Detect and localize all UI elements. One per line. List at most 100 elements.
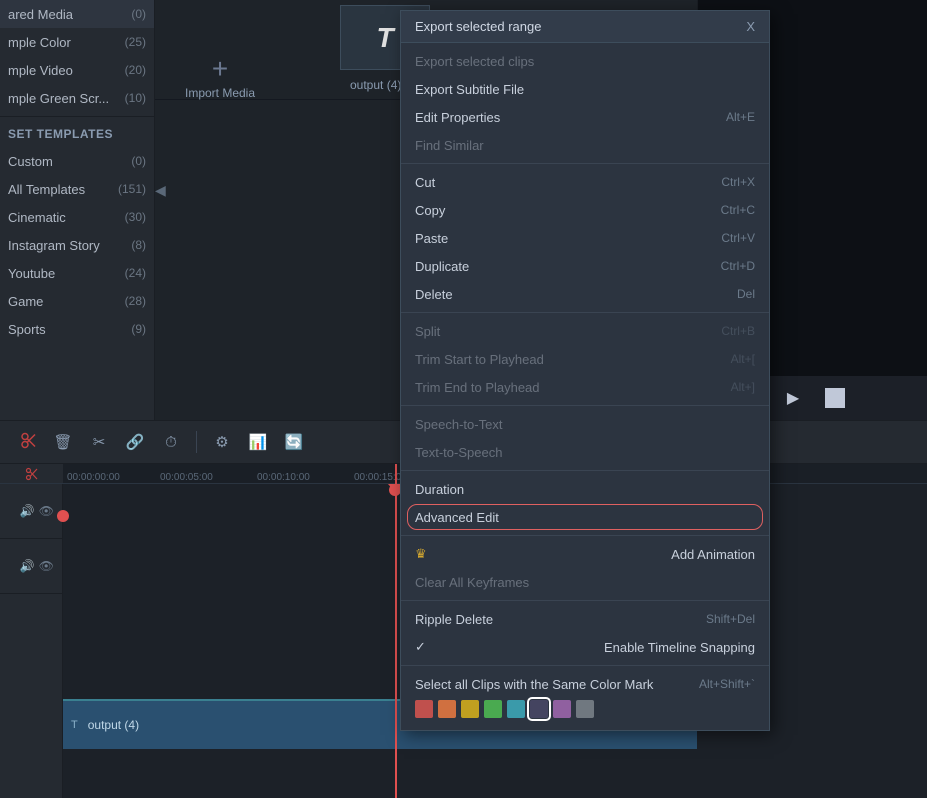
sidebar-item-count: (30) (125, 210, 146, 224)
color-swatch-gray[interactable] (576, 700, 594, 718)
toolbar-timer-button[interactable]: ⏱ (160, 431, 182, 453)
sidebar-item-count: (0) (131, 7, 146, 21)
play-icon: ▶ (787, 388, 799, 408)
toolbar-cut-button[interactable]: ✂ (88, 431, 110, 453)
sidebar-item-ared-media[interactable]: ared Media (0) (0, 0, 154, 28)
context-item-export-clips[interactable]: Export selected clips (401, 47, 769, 75)
context-item-paste[interactable]: Paste Ctrl+V (401, 224, 769, 252)
import-media-label: Import Media (185, 86, 255, 100)
context-item-trim-start[interactable]: Trim Start to Playhead Alt+[ (401, 345, 769, 373)
context-item-trim-end[interactable]: Trim End to Playhead Alt+] (401, 373, 769, 401)
track-volume-icon[interactable]: 🔊 (20, 504, 35, 518)
context-item-shortcut: Shift+Del (706, 612, 755, 626)
context-section-speech: Speech-to-Text Text-to-Speech (401, 406, 769, 471)
sidebar-item-sample-video[interactable]: mple Video (20) (0, 56, 154, 84)
stop-button[interactable] (825, 388, 845, 408)
sidebar-item-label: ared Media (8, 7, 73, 22)
context-close-button[interactable]: X (746, 19, 755, 34)
sidebar-item-all-templates[interactable]: All Templates (151) (0, 175, 154, 203)
context-item-split[interactable]: Split Ctrl+B (401, 317, 769, 345)
play-button[interactable]: ▶ (779, 384, 807, 412)
track-eye-icon[interactable]: 👁 (39, 504, 54, 518)
sidebar-item-sample-color[interactable]: mple Color (25) (0, 28, 154, 56)
context-item-shortcut: Del (737, 287, 755, 301)
sidebar-item-label: mple Video (8, 63, 73, 78)
sidebar-item-game[interactable]: Game (28) (0, 287, 154, 315)
context-item-copy[interactable]: Copy Ctrl+C (401, 196, 769, 224)
ruler-left-panel (0, 464, 63, 483)
sidebar-item-label: Custom (8, 154, 53, 169)
context-item-shortcut: Ctrl+C (721, 203, 755, 217)
context-item-label: Export Subtitle File (415, 82, 524, 97)
context-item-cut[interactable]: Cut Ctrl+X (401, 168, 769, 196)
context-item-shortcut: Alt+E (726, 110, 755, 124)
context-item-label: Ripple Delete (415, 612, 493, 627)
sidebar-item-sports[interactable]: Sports (9) (0, 315, 154, 343)
color-swatch-red[interactable] (415, 700, 433, 718)
color-swatch-cyan[interactable] (507, 700, 525, 718)
context-section-export: Export selected clips Export Subtitle Fi… (401, 43, 769, 164)
context-item-ripple-delete[interactable]: Ripple Delete Shift+Del (401, 605, 769, 633)
context-item-shortcut: Ctrl+D (721, 259, 755, 273)
track-label-2: 🔊 👁 (0, 539, 62, 594)
sidebar-item-youtube[interactable]: Youtube (24) (0, 259, 154, 287)
context-item-label: Clear All Keyframes (415, 575, 529, 590)
context-item-clear-keyframes[interactable]: Clear All Keyframes (401, 568, 769, 596)
context-menu-title: Export selected range (415, 19, 541, 34)
context-item-find-similar[interactable]: Find Similar (401, 131, 769, 159)
color-swatch-dark-blue[interactable] (530, 700, 548, 718)
color-swatch-purple[interactable] (553, 700, 571, 718)
timeline-left-panel: 🔊 👁 🔊 👁 (0, 484, 63, 798)
sidebar-item-count: (10) (125, 91, 146, 105)
context-item-delete[interactable]: Delete Del (401, 280, 769, 308)
color-swatch-orange[interactable] (438, 700, 456, 718)
context-item-shortcut: Ctrl+V (721, 231, 755, 245)
context-item-add-animation[interactable]: ♛ Add Animation (401, 540, 769, 568)
ruler-mark-0: 00:00:00:00 (67, 472, 120, 483)
sidebar-item-instagram[interactable]: Instagram Story (8) (0, 231, 154, 259)
sidebar-item-custom[interactable]: Custom (0) (0, 147, 154, 175)
toolbar-settings-button[interactable]: ⚙ (211, 431, 233, 453)
context-item-label: Duration (415, 482, 464, 497)
track-eye-icon-2[interactable]: 👁 (39, 559, 54, 573)
sidebar-item-sample-greenscreen[interactable]: mple Green Scr... (10) (0, 84, 154, 112)
context-item-label: Select all Clips with the Same Color Mar… (415, 677, 653, 692)
sidebar-item-count: (8) (131, 238, 146, 252)
import-media-button[interactable]: + Import Media (185, 55, 255, 100)
sidebar-item-label: Game (8, 294, 43, 309)
context-item-shortcut: Ctrl+X (721, 175, 755, 189)
track-volume-icon-2[interactable]: 🔊 (20, 559, 35, 573)
context-item-export-subtitle[interactable]: Export Subtitle File (401, 75, 769, 103)
context-section-trim: Split Ctrl+B Trim Start to Playhead Alt+… (401, 313, 769, 406)
context-item-label: Advanced Edit (415, 510, 499, 525)
context-item-label: Split (415, 324, 440, 339)
context-item-enable-snapping[interactable]: ✓ Enable Timeline Snapping (401, 633, 769, 661)
sidebar-item-count: (20) (125, 63, 146, 77)
context-item-label: Add Animation (671, 547, 755, 562)
context-section-edit: Duration Advanced Edit (401, 471, 769, 536)
toolbar-link-button[interactable]: 🔗 (124, 431, 146, 453)
color-swatch-yellow[interactable] (461, 700, 479, 718)
sidebar-item-cinematic[interactable]: Cinematic (30) (0, 203, 154, 231)
context-item-edit-properties[interactable]: Edit Properties Alt+E (401, 103, 769, 131)
context-item-speech-to-text[interactable]: Speech-to-Text (401, 410, 769, 438)
context-item-label: Text-to-Speech (415, 445, 502, 460)
toolbar-refresh-button[interactable]: 🔄 (283, 431, 305, 453)
context-item-duplicate[interactable]: Duplicate Ctrl+D (401, 252, 769, 280)
context-item-select-color-mark[interactable]: Select all Clips with the Same Color Mar… (401, 670, 769, 698)
color-swatch-green[interactable] (484, 700, 502, 718)
context-item-duration[interactable]: Duration (401, 475, 769, 503)
context-item-label: Export selected clips (415, 54, 534, 69)
context-item-text-to-speech[interactable]: Text-to-Speech (401, 438, 769, 466)
context-item-shortcut: Alt+] (731, 380, 755, 394)
toolbar-delete-button[interactable]: 🗑 (52, 431, 74, 453)
check-mark-icon: ✓ (415, 639, 426, 655)
sidebar-item-count: (151) (118, 182, 146, 196)
sidebar-item-count: (25) (125, 35, 146, 49)
context-item-advanced-edit[interactable]: Advanced Edit (401, 503, 769, 531)
output-track-label: output (4) (88, 718, 139, 732)
sidebar-collapse-arrow[interactable]: ◀ (155, 182, 166, 199)
toolbar-levels-button[interactable]: 📊 (247, 431, 269, 453)
context-item-label: Delete (415, 287, 453, 302)
context-item-label: Find Similar (415, 138, 484, 153)
